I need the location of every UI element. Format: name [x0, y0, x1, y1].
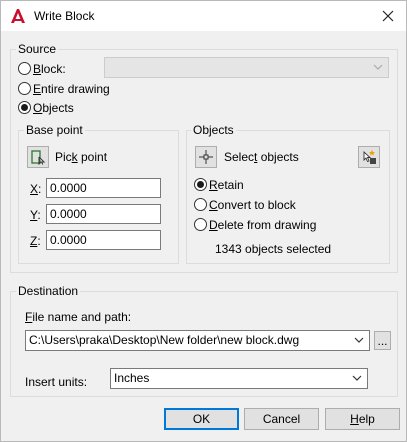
insert-units-label: Insert units:: [25, 375, 88, 389]
base-point-y-input[interactable]: 0.0000: [46, 204, 161, 224]
chevron-down-icon: [373, 64, 383, 70]
browse-button[interactable]: ...: [374, 331, 391, 350]
objects-selected-status: 1343 objects selected: [215, 242, 332, 256]
insert-units-select[interactable]: Inches: [110, 368, 368, 389]
help-button[interactable]: Help: [325, 408, 400, 430]
source-group-label: Source: [16, 42, 59, 56]
retain-radio[interactable]: [194, 178, 207, 191]
objects-radio[interactable]: [18, 101, 31, 114]
retain-radio-label[interactable]: Retain: [209, 178, 244, 192]
select-objects-label[interactable]: Select objects: [224, 150, 299, 164]
close-button[interactable]: [376, 5, 400, 27]
pick-point-icon: [31, 150, 46, 165]
convert-to-block-radio[interactable]: [194, 198, 207, 211]
entire-drawing-radio-label[interactable]: Entire drawing: [33, 82, 110, 96]
file-path-value: C:\Users\praka\Desktop\New folder\new bl…: [29, 333, 300, 347]
base-point-group-label: Base point: [24, 123, 85, 137]
block-radio[interactable]: [18, 62, 31, 75]
title-bar: Write Block: [1, 1, 406, 31]
cancel-button[interactable]: Cancel: [244, 408, 319, 430]
chevron-down-icon: [352, 375, 362, 381]
window-title: Write Block: [34, 9, 95, 23]
file-name-label: File name and path:: [25, 310, 132, 324]
pick-point-button[interactable]: [27, 146, 49, 168]
destination-group-label: Destination: [16, 284, 81, 298]
pick-point-label[interactable]: Pick point: [55, 150, 107, 164]
select-objects-button[interactable]: [195, 146, 217, 168]
chevron-down-icon: [354, 337, 364, 343]
insert-units-value: Inches: [114, 371, 150, 385]
base-point-z-input[interactable]: 0.0000: [46, 230, 161, 250]
block-radio-label[interactable]: Block:: [33, 62, 66, 76]
write-block-dialog: Write Block Source Block: Entire drawing…: [0, 0, 407, 442]
objects-radio-label[interactable]: Objects: [33, 101, 74, 115]
convert-to-block-radio-label[interactable]: Convert to block: [209, 198, 296, 212]
base-point-x-input[interactable]: 0.0000: [46, 178, 161, 198]
ok-button[interactable]: OK: [164, 408, 239, 430]
delete-from-drawing-radio-label[interactable]: Delete from drawing: [209, 218, 316, 232]
objects-group-label: Objects: [191, 123, 236, 137]
y-label: Y:: [30, 208, 41, 222]
close-icon: [382, 10, 394, 22]
file-path-combobox[interactable]: C:\Users\praka\Desktop\New folder\new bl…: [25, 330, 370, 351]
z-label: Z:: [30, 234, 41, 248]
crosshair-icon: [199, 150, 213, 164]
delete-from-drawing-radio[interactable]: [194, 218, 207, 231]
quick-select-button[interactable]: [358, 146, 380, 168]
block-name-select[interactable]: [104, 57, 389, 78]
autocad-logo-icon: [11, 9, 25, 23]
quick-select-icon: [363, 150, 376, 164]
x-label: X:: [30, 182, 42, 196]
entire-drawing-radio[interactable]: [18, 82, 31, 95]
